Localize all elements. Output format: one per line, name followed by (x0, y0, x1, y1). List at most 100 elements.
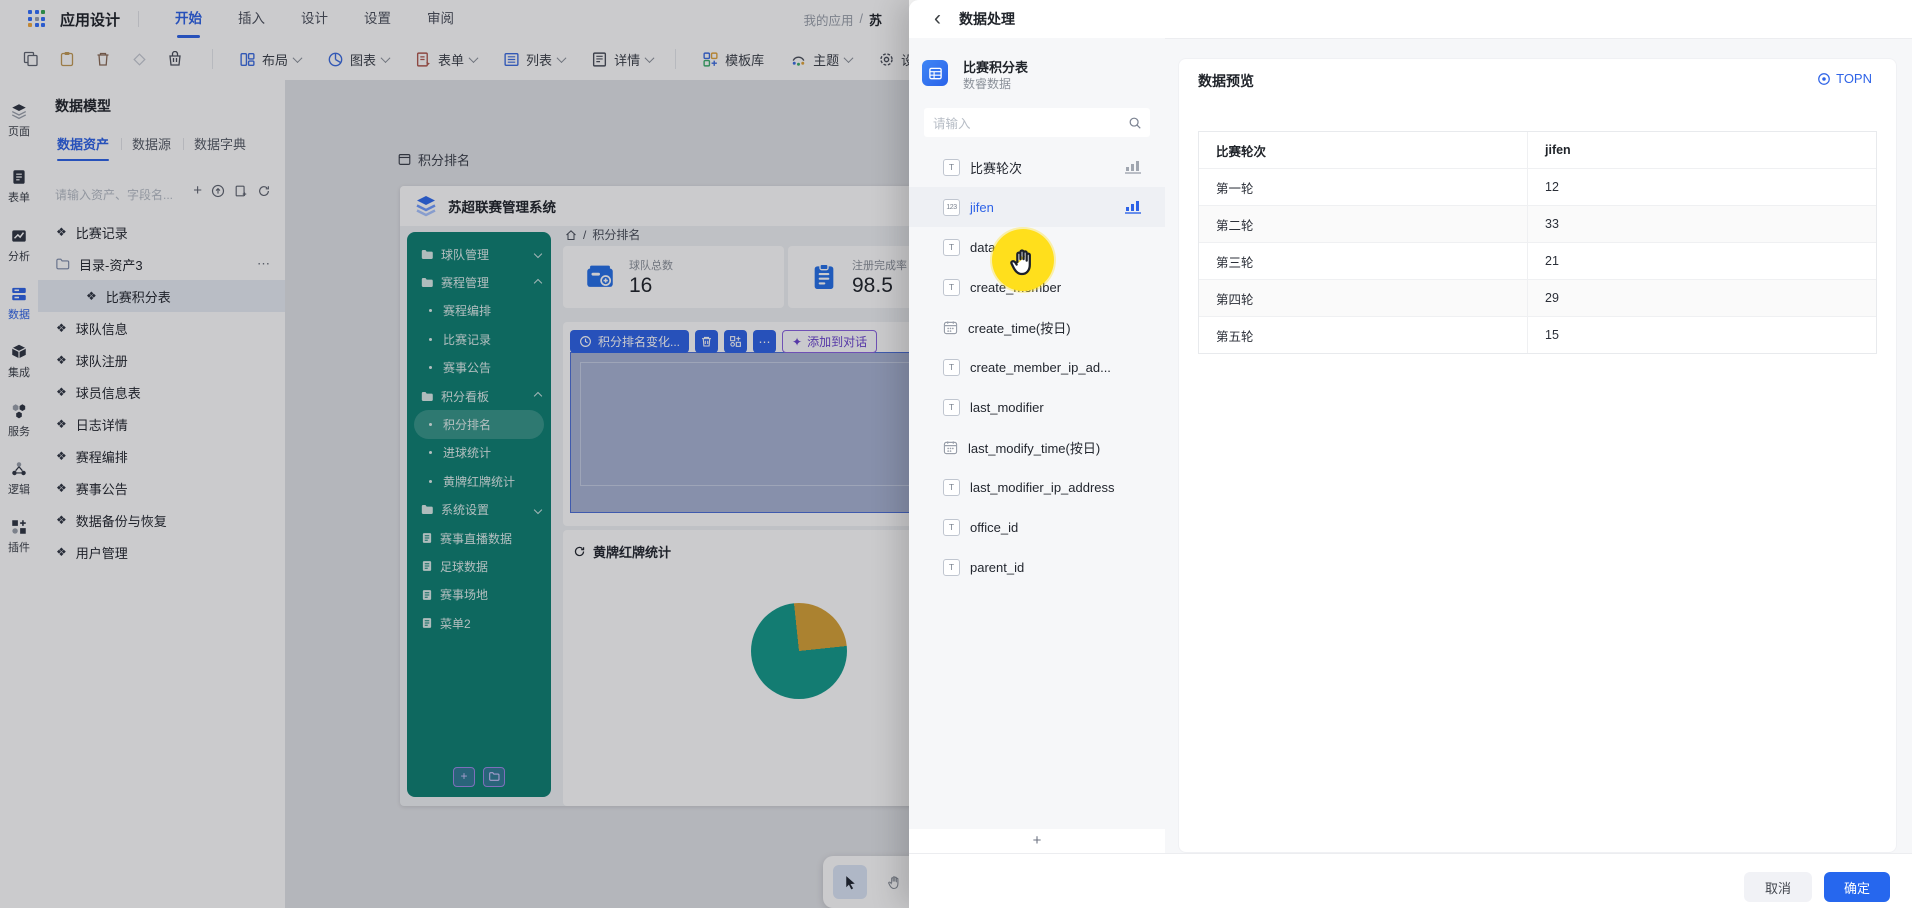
tab-settings[interactable]: 设置 (360, 0, 395, 38)
tab-insert[interactable]: 插入 (234, 0, 269, 38)
field-row[interactable]: create_time(按日) (909, 307, 1165, 347)
menu-folder[interactable]: 积分看板 (407, 382, 551, 410)
rail-item-services[interactable]: 服务 (0, 402, 38, 439)
list-menu[interactable]: 列表 (503, 50, 565, 69)
field-search-input[interactable]: 请输入 (924, 108, 1150, 137)
rail-item-plugins[interactable]: 插件 (0, 518, 38, 555)
clear-button[interactable] (124, 45, 154, 73)
selected-chart-block[interactable] (570, 352, 909, 513)
field-row[interactable]: Tcreate_member_ip_ad... (909, 347, 1165, 387)
table-row[interactable]: 第三轮21 (1199, 242, 1876, 279)
rail-item-logic[interactable]: 逻辑 (0, 460, 38, 497)
pan-tool-button[interactable] (877, 865, 909, 899)
field-row[interactable]: Tparent_id (909, 547, 1165, 587)
more-icon[interactable]: ⋯ (257, 256, 271, 272)
layout-menu[interactable]: 布局 (239, 50, 301, 69)
tree-item-selected[interactable]: ❖比赛积分表 (38, 280, 285, 312)
menu-subitem[interactable]: 比赛记录 (407, 325, 551, 353)
more-actions-button[interactable]: ⋯ (753, 330, 776, 353)
table-row[interactable]: 第二轮33 (1199, 205, 1876, 242)
menu-subitem[interactable]: 赛程编排 (407, 297, 551, 325)
stat-card-teams[interactable]: 球队总数16 (563, 246, 784, 308)
refresh-icon[interactable] (573, 545, 586, 558)
refresh-icon[interactable] (257, 184, 271, 198)
topn-button[interactable]: TOPN (1817, 71, 1872, 86)
tree-item[interactable]: ❖数据备份与恢复 (38, 504, 285, 536)
template-library-button[interactable]: 模板库 (702, 50, 764, 69)
tab-data-assets[interactable]: 数据资产 (55, 134, 111, 161)
menu-subitem[interactable]: 赛事公告 (407, 354, 551, 382)
add-field-button[interactable]: + (909, 829, 1165, 853)
menu-subitem[interactable]: 进球统计 (407, 439, 551, 467)
rail-item-analysis[interactable]: 分析 (0, 227, 38, 264)
tree-item[interactable]: ❖用户管理 (38, 536, 285, 568)
add-to-chat-button[interactable]: ✦ 添加到对话 (782, 330, 877, 353)
field-row-selected[interactable]: 123jifen (909, 187, 1165, 227)
field-row[interactable]: Tlast_modifier (909, 387, 1165, 427)
block-title-button[interactable]: 积分排名变化... (570, 330, 689, 353)
tree-item[interactable]: ❖球员信息表 (38, 376, 285, 408)
my-apps-link[interactable]: 我的应用 (803, 10, 853, 29)
theme-menu[interactable]: 主题 (790, 50, 852, 69)
menu-subitem-selected[interactable]: 积分排名 (414, 410, 544, 438)
chart-menu[interactable]: 图表 (327, 50, 389, 69)
select-tool-button[interactable] (833, 865, 867, 899)
tab-review[interactable]: 审阅 (423, 0, 458, 38)
detail-menu[interactable]: 详情 (591, 50, 653, 69)
menu-folder[interactable]: 赛程管理 (407, 268, 551, 296)
confirm-button[interactable]: 确定 (1824, 872, 1890, 902)
pie-chart[interactable] (751, 603, 847, 699)
tab-data-dictionary[interactable]: 数据字典 (192, 134, 248, 161)
tab-start[interactable]: 开始 (171, 0, 206, 38)
home-icon[interactable] (565, 229, 577, 241)
table-row[interactable]: 第四轮29 (1199, 279, 1876, 316)
menu-item[interactable]: 赛事直播数据 (407, 524, 551, 552)
component-button[interactable] (724, 330, 747, 353)
tree-item[interactable]: ❖赛事公告 (38, 472, 285, 504)
bar-chart-icon[interactable] (1125, 199, 1141, 214)
paste-button[interactable] (52, 45, 82, 73)
rail-item-pages[interactable]: 页面 (0, 102, 38, 139)
tree-item-folder[interactable]: 目录-资产3⋯ (38, 248, 285, 280)
tree-item[interactable]: ❖球队信息 (38, 312, 285, 344)
back-button[interactable]: ‹ (934, 8, 941, 29)
cards-stats-section[interactable]: 黄牌红牌统计 (563, 530, 909, 806)
app-grid-icon[interactable] (28, 10, 46, 28)
rail-item-forms[interactable]: 表单 (0, 168, 38, 205)
tree-item[interactable]: ❖球队注册 (38, 344, 285, 376)
copy-button[interactable] (16, 45, 46, 73)
menu-subitem[interactable]: 黄牌红牌统计 (407, 467, 551, 495)
table-row[interactable]: 第五轮15 (1199, 316, 1876, 353)
upload-icon[interactable] (211, 184, 225, 198)
tab-design[interactable]: 设计 (297, 0, 332, 38)
tree-item[interactable]: ❖赛程编排 (38, 440, 285, 472)
tab-data-sources[interactable]: 数据源 (130, 134, 173, 161)
form-menu[interactable]: 表单 (415, 50, 477, 69)
cancel-button[interactable]: 取消 (1744, 872, 1812, 902)
tree-item[interactable]: ❖比赛记录 (38, 216, 285, 248)
menu-folder[interactable]: 系统设置 (407, 496, 551, 524)
delete-button[interactable] (88, 45, 118, 73)
menu-item[interactable]: 赛事场地 (407, 581, 551, 609)
add-asset-button[interactable]: + (193, 186, 202, 196)
field-row[interactable]: Toffice_id (909, 507, 1165, 547)
add-menu-button[interactable]: + (453, 767, 475, 787)
format-brush-button[interactable] (160, 45, 190, 73)
field-row[interactable]: last_modify_time(按日) (909, 427, 1165, 467)
tree-item[interactable]: ❖日志详情 (38, 408, 285, 440)
rail-item-data[interactable]: 数据 (0, 285, 38, 322)
field-row[interactable]: Tlast_modifier_ip_address (909, 467, 1165, 507)
asset-icon: ❖ (56, 513, 67, 527)
table-row[interactable]: 第一轮12 (1199, 168, 1876, 205)
menu-item[interactable]: 菜单2 (407, 609, 551, 637)
import-icon[interactable] (234, 184, 248, 198)
menu-folder[interactable]: 球队管理 (407, 240, 551, 268)
add-folder-button[interactable] (483, 767, 505, 787)
delete-block-button[interactable] (695, 330, 718, 353)
menu-item[interactable]: 足球数据 (407, 552, 551, 580)
asset-search-input[interactable]: 请输入资产、字段名... (55, 186, 200, 203)
stat-card-registration[interactable]: 注册完成率98.5 (788, 246, 909, 308)
bar-chart-icon[interactable] (1125, 159, 1141, 174)
field-row[interactable]: T比赛轮次 (909, 147, 1165, 187)
rail-item-integration[interactable]: 集成 (0, 343, 38, 380)
